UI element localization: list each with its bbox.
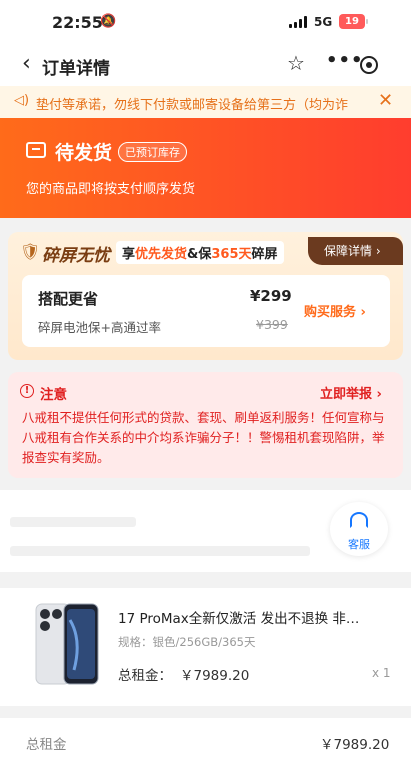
protection-title: 碎屏无忧 <box>42 246 110 266</box>
warning-title: 注意 <box>40 387 67 403</box>
network-type: 5G <box>314 15 333 29</box>
order-status-subtitle: 您的商品即将按支付顺序发货 <box>26 182 196 197</box>
alert-circle-icon: ! <box>20 384 34 398</box>
headset-icon <box>350 512 368 528</box>
mute-bell-icon: 🔕 <box>100 14 117 29</box>
notice-text: 垫付等承诺，勿线下付款或邮寄设备给第三方（均为诈 <box>36 98 349 113</box>
bundle-title: 搭配更省 <box>38 290 99 308</box>
screen-protection-card: 🛡 碎屏无忧 享优先发货&保365天碎屏 保障详情 › 搭配更省 碎屏电池保+高… <box>8 232 403 360</box>
back-arrow-icon[interactable]: ‹ <box>22 52 31 76</box>
skeleton-line <box>10 517 136 527</box>
phone-product-image <box>35 603 99 685</box>
order-summary-row: 总租金 ￥7989.20 <box>0 718 411 758</box>
package-icon <box>26 142 46 158</box>
bundle-description: 碎屏电池保+高通过率 <box>38 320 161 335</box>
summary-value: ￥7989.20 <box>320 737 390 753</box>
product-card[interactable]: 17 ProMax全新仅激活 发出不退换 非… 规格：银色/256GB/365天… <box>0 588 411 706</box>
nav-bar: ‹ 订单详情 ☆ ••• <box>0 44 411 86</box>
shield-check-icon: 🛡 <box>20 242 41 261</box>
product-total-label: 总租金： <box>118 668 172 684</box>
loading-placeholder: 客服 <box>0 490 411 572</box>
notice-bar: ◁) 垫付等承诺，勿线下付款或邮寄设备给第三方（均为诈 ✕ <box>0 86 411 118</box>
favorite-star-icon[interactable]: ☆ <box>287 51 305 75</box>
signal-icon <box>289 16 307 28</box>
speaker-icon: ◁) <box>14 93 30 108</box>
product-total-value: ￥7989.20 <box>180 668 250 684</box>
order-status-title: 待发货 <box>55 142 113 164</box>
more-dots-icon[interactable]: ••• <box>326 50 364 71</box>
close-icon[interactable]: ✕ <box>378 90 393 111</box>
status-bar: 22:55 🔕 5G 19 <box>0 0 411 44</box>
protection-tagline: 享优先发货&保365天碎屏 <box>116 241 284 264</box>
customer-service-button[interactable]: 客服 <box>330 502 388 556</box>
bundle-original-price: ¥399 <box>256 317 288 332</box>
report-button[interactable]: 立即举报 › <box>320 383 382 402</box>
clock: 22:55 <box>52 13 103 32</box>
warning-text: 八戒租不提供任何形式的贷款、套现、刷单返利服务！任何宣称与八戒租有合作关系的中介… <box>22 410 385 465</box>
summary-label: 总租金 <box>26 737 67 753</box>
battery-icon: 19 <box>339 14 368 29</box>
order-status-header: 待发货 已预订库存 您的商品即将按支付顺序发货 <box>0 118 411 218</box>
fraud-warning-card: ! 注意 立即举报 › 八戒租不提供任何形式的贷款、套现、刷单返利服务！任何宣称… <box>8 372 403 478</box>
product-name: 17 ProMax全新仅激活 发出不退换 非… <box>118 611 360 627</box>
bundle-offer: 搭配更省 碎屏电池保+高通过率 ¥299 ¥399 购买服务 › <box>22 275 390 347</box>
product-spec: 规格：银色/256GB/365天 <box>118 635 256 649</box>
close-miniapp-icon[interactable] <box>360 56 378 74</box>
page-title: 订单详情 <box>42 59 110 79</box>
product-quantity: x 1 <box>372 666 391 680</box>
guarantee-details-button[interactable]: 保障详情 › <box>308 237 403 265</box>
bundle-price: ¥299 <box>250 287 292 305</box>
skeleton-line <box>10 546 310 556</box>
status-badge: 已预订库存 <box>118 142 187 162</box>
buy-service-button[interactable]: 购买服务 › <box>304 301 366 320</box>
customer-service-label: 客服 <box>348 538 370 551</box>
